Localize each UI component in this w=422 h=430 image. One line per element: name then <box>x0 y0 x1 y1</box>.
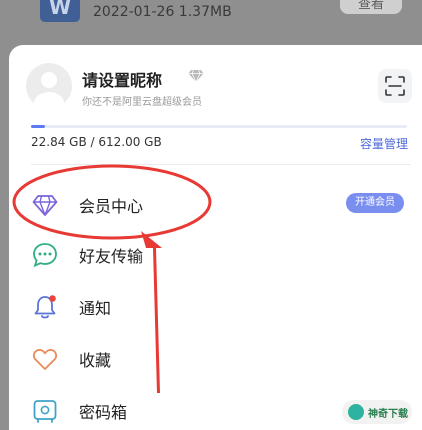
watermark: 神奇下载 <box>342 400 412 424</box>
watermark-text: 神奇下载 <box>368 409 408 420</box>
annotation-ellipse <box>12 164 212 240</box>
watermark-logo-icon <box>348 404 364 420</box>
annotation-overlay <box>12 164 212 393</box>
annotation-arrow <box>141 231 162 393</box>
